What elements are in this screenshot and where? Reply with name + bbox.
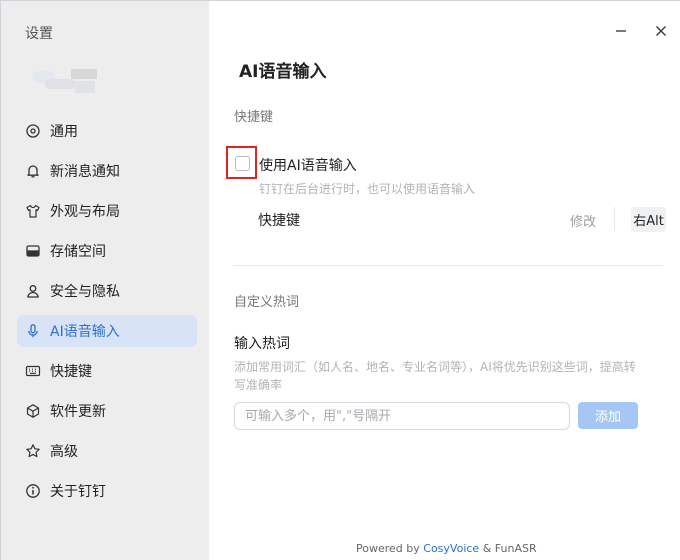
shortcut-label: 快捷键 xyxy=(258,213,300,229)
shortcut-key-badge: 右Alt xyxy=(631,207,666,232)
sidebar-item-label: AI语音输入 xyxy=(50,324,120,340)
minimize-icon xyxy=(616,30,626,32)
hotword-input[interactable] xyxy=(234,402,570,430)
ai-voice-hint: 钉钉在后台进行时，也可以使用语音输入 xyxy=(259,182,476,196)
close-button[interactable] xyxy=(653,23,669,39)
settings-panel: AI语音输入 快捷键 使用AI语音输入 钉钉在后台进行时，也可以使用语音输入 快… xyxy=(209,1,680,560)
sidebar-item-storage[interactable]: 存储空间 xyxy=(17,235,197,267)
sidebar-item-label: 存储空间 xyxy=(50,244,106,260)
sidebar-item-shortcuts[interactable]: 快捷键 xyxy=(17,355,197,387)
hotword-description: 添加常用词汇（如人名、地名、专业名词等），AI将优先识别这些词，提高转写准确率 xyxy=(234,360,636,392)
keyboard-icon xyxy=(25,363,41,379)
sidebar-item-security[interactable]: 安全与隐私 xyxy=(17,275,197,307)
ai-voice-checkbox[interactable] xyxy=(235,156,250,171)
microphone-icon xyxy=(25,323,41,339)
ai-voice-checkbox-label[interactable]: 使用AI语音输入 xyxy=(259,155,357,175)
sidebar-item-label: 安全与隐私 xyxy=(50,284,120,300)
hotword-title: 输入热词 xyxy=(234,336,290,352)
page-title: AI语音输入 xyxy=(239,62,327,82)
checkbox-highlight xyxy=(226,146,257,179)
sidebar-item-general[interactable]: 通用 xyxy=(17,115,197,147)
sidebar-item-label: 高级 xyxy=(50,444,78,460)
star-icon xyxy=(25,443,41,459)
footer-prefix: Powered by xyxy=(356,542,424,555)
storage-icon xyxy=(25,243,41,259)
sidebar-item-ai-voice[interactable]: AI语音输入 xyxy=(17,315,197,347)
bell-icon xyxy=(25,163,41,179)
add-hotword-button[interactable]: 添加 xyxy=(578,402,638,429)
footer-suffix: & FunASR xyxy=(479,542,537,555)
footer-credit: Powered by CosyVoice & FunASR xyxy=(356,542,537,555)
sidebar-item-label: 外观与布局 xyxy=(50,204,120,220)
hotword-section-label: 自定义热词 xyxy=(234,295,300,310)
target-icon xyxy=(25,123,41,139)
sidebar-nav: 通用 新消息通知 外观与布局 存储空间 安全与隐私 AI语音输入 快捷键 软件更… xyxy=(17,115,197,515)
sidebar-item-label: 软件更新 xyxy=(50,404,106,420)
cosyvoice-link[interactable]: CosyVoice xyxy=(423,542,479,555)
close-icon xyxy=(656,26,666,36)
sidebar-item-label: 快捷键 xyxy=(50,364,92,380)
minimize-button[interactable] xyxy=(613,23,629,39)
sidebar-item-label: 通用 xyxy=(50,124,78,140)
section-divider xyxy=(233,265,663,266)
sidebar-item-appearance[interactable]: 外观与布局 xyxy=(17,195,197,227)
sidebar-item-label: 新消息通知 xyxy=(50,164,120,180)
sidebar-item-notifications[interactable]: 新消息通知 xyxy=(17,155,197,187)
cube-icon xyxy=(25,403,41,419)
shortcut-section-label: 快捷键 xyxy=(234,110,274,125)
modify-shortcut-button[interactable]: 修改 xyxy=(570,211,596,230)
shirt-icon xyxy=(25,203,41,219)
divider xyxy=(614,207,615,231)
sidebar-item-updates[interactable]: 软件更新 xyxy=(17,395,197,427)
user-icon xyxy=(25,283,41,299)
sidebar-item-label: 关于钉钉 xyxy=(50,484,106,500)
sidebar-item-about[interactable]: 关于钉钉 xyxy=(17,475,197,507)
avatar[interactable] xyxy=(31,65,99,97)
info-icon xyxy=(25,483,41,499)
settings-window: 设置 通用 新消息通知 外观与布局 存储空间 安全与隐私 AI语音输入 快捷键 … xyxy=(0,0,680,560)
sidebar-item-advanced[interactable]: 高级 xyxy=(17,435,197,467)
sidebar-title: 设置 xyxy=(25,26,53,42)
sidebar: 设置 通用 新消息通知 外观与布局 存储空间 安全与隐私 AI语音输入 快捷键 … xyxy=(1,1,209,560)
